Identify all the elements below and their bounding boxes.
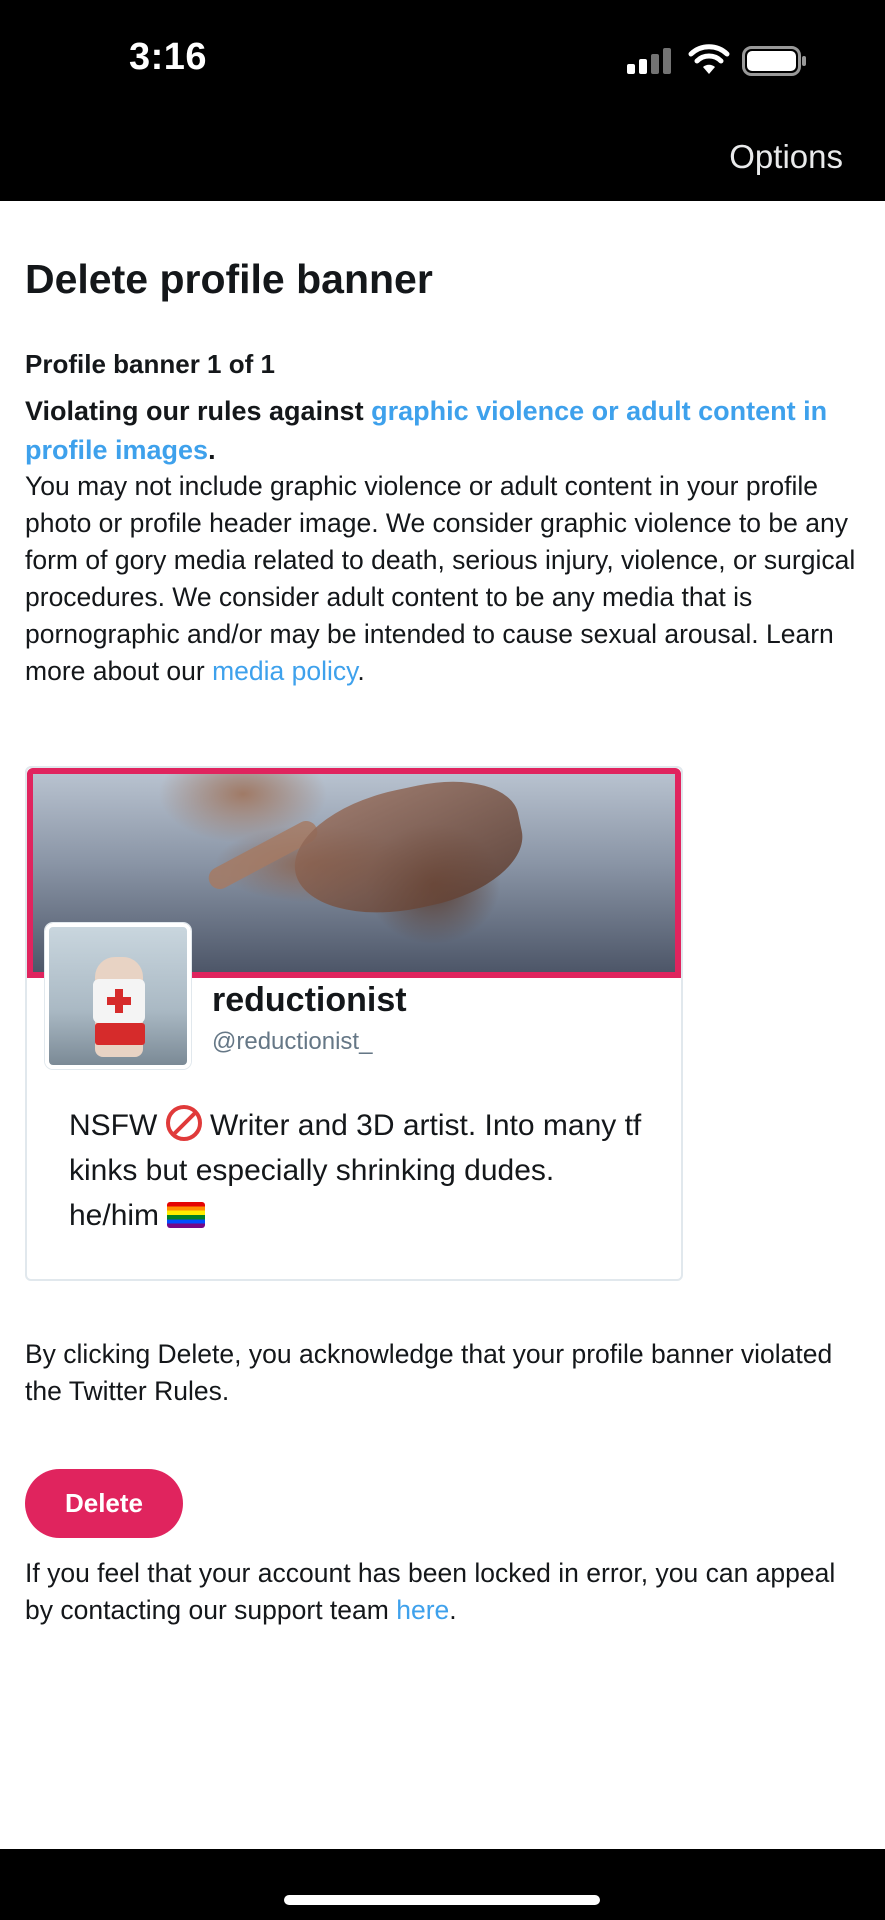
- home-indicator[interactable]: [284, 1895, 600, 1905]
- main-content: Delete profile banner Profile banner 1 o…: [0, 201, 885, 1849]
- violation-heading: Violating our rules against graphic viol…: [25, 392, 855, 470]
- avatar-shorts: [95, 1023, 145, 1045]
- display-name: reductionist: [212, 981, 407, 1019]
- wifi-icon: [688, 44, 730, 74]
- page-title: Delete profile banner: [25, 256, 433, 302]
- status-time: 3:16: [129, 36, 208, 78]
- options-button[interactable]: Options: [729, 138, 843, 176]
- violation-suffix: .: [208, 435, 216, 465]
- user-handle: @reductionist_: [212, 1028, 373, 1055]
- avatar-cross-icon-bar: [107, 997, 131, 1005]
- no-one-under-eighteen-icon: [165, 1105, 202, 1141]
- appeal-suffix: .: [449, 1595, 457, 1625]
- banner-count: Profile banner 1 of 1: [25, 349, 275, 379]
- banner-figure: [283, 774, 533, 932]
- nav-bar: Options: [0, 118, 885, 201]
- rainbow-flag-icon: [167, 1202, 206, 1228]
- status-bar: 3:16: [0, 0, 885, 118]
- policy-suffix: .: [357, 656, 365, 686]
- signal-icon: [627, 48, 673, 74]
- policy-body: You may not include graphic violence or …: [25, 471, 856, 686]
- home-bar: [0, 1849, 885, 1920]
- support-here-link[interactable]: here: [396, 1595, 449, 1625]
- violation-prefix: Violating our rules against: [25, 396, 372, 426]
- appeal-text: If you feel that your account has been l…: [25, 1555, 855, 1629]
- profile-card: reductionist @reductionist_ NSFW Writer …: [25, 766, 683, 1281]
- delete-button[interactable]: Delete: [25, 1469, 183, 1538]
- policy-description: You may not include graphic violence or …: [25, 468, 860, 690]
- media-policy-link[interactable]: media policy: [212, 656, 357, 686]
- acknowledgement-text: By clicking Delete, you acknowledge that…: [25, 1339, 833, 1406]
- avatar: [45, 923, 191, 1069]
- bio-text-start: NSFW: [69, 1109, 166, 1142]
- battery-icon: [742, 46, 806, 76]
- profile-bio: NSFW Writer and 3D artist. Into many tf …: [69, 1103, 649, 1238]
